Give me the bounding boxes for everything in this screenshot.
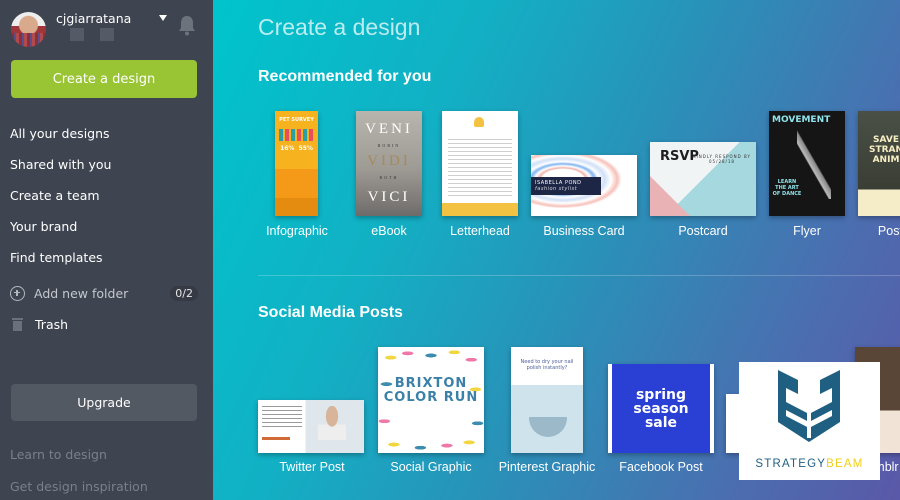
thumb-text: PET SURVEY <box>279 117 314 123</box>
section-title-recommended: Recommended for you <box>258 68 432 85</box>
trash-link[interactable]: Trash <box>10 314 68 334</box>
infographic-thumbnail: PET SURVEY 16% 55% <box>275 111 318 216</box>
thumb-text: SAVE STRAN ANIM <box>868 135 900 165</box>
strategybeam-watermark: STRATEGYBEAM <box>739 362 880 480</box>
template-label: Pinterest Graphic <box>498 460 596 474</box>
flyer-thumbnail: MOVEMENT LEARN THE ART OF DANCE <box>769 111 845 216</box>
caret-down-icon[interactable] <box>159 15 167 21</box>
postcard-thumbnail: RSVP KINDLY RESPOND BY 05/28/18 <box>650 142 756 216</box>
template-label: Flyer <box>793 224 821 238</box>
thumb-text: COLOR RUN <box>383 390 479 405</box>
facebook-post-thumbnail: spring season sale <box>608 364 714 453</box>
folder-count-badge: 0/2 <box>170 285 198 301</box>
bell-icon[interactable] <box>177 14 197 36</box>
thumb-graphic <box>262 406 302 430</box>
twitter-post-thumbnail <box>258 400 364 453</box>
template-label: Infographic <box>266 224 328 238</box>
thumb-text: VENI <box>365 121 413 137</box>
thumb-logo <box>474 117 484 127</box>
thumb-text: VICI <box>367 189 411 205</box>
thumb-text: BRIXTON <box>394 376 468 391</box>
watermark-text-part2: BEAM <box>826 458 864 470</box>
template-label: Social Graphic <box>390 460 472 474</box>
thumb-text: 16% <box>280 145 295 152</box>
social-graphic-thumbnail: BRIXTON COLOR RUN <box>378 347 484 453</box>
sidebar-item-create-team[interactable]: Create a team <box>10 180 111 211</box>
thumb-graphic <box>318 406 346 440</box>
page-title: Create a design <box>258 14 421 40</box>
plus-circle-icon <box>10 285 25 301</box>
thumb-graphic <box>262 437 290 440</box>
create-design-button[interactable]: Create a design <box>11 60 197 98</box>
template-label: Letterhead <box>450 224 510 238</box>
thumb-graphic <box>442 203 518 216</box>
watermark-text-part1: STRATEGY <box>755 458 827 470</box>
learn-to-design-link[interactable]: Learn to design <box>10 447 107 462</box>
trash-label: Trash <box>35 316 69 332</box>
thumb-text: season <box>633 401 689 417</box>
thumb-text: ROTH <box>379 175 399 180</box>
thumb-text: MOVEMENT <box>772 115 831 125</box>
user-placeholder-block <box>70 28 84 41</box>
section-title-social: Social Media Posts <box>258 304 403 321</box>
design-inspiration-link[interactable]: Get design inspiration <box>10 479 148 494</box>
trash-icon <box>12 317 23 331</box>
sidebar: cjgiarratana Create a design All your de… <box>0 0 213 500</box>
business-card-thumbnail: ISABELLA POND fashion stylist <box>531 155 637 216</box>
add-folder-button[interactable]: Add new folder 0/2 <box>10 283 198 303</box>
thumb-text: Need to dry your nail polish instantly? <box>520 359 574 371</box>
upgrade-button[interactable]: Upgrade <box>11 384 197 421</box>
thumb-text: LEARN THE ART OF DANCE <box>772 179 802 197</box>
template-label: Poster <box>877 224 900 238</box>
sidebar-item-shared[interactable]: Shared with you <box>10 149 111 180</box>
thumb-text: 55% <box>298 145 313 152</box>
template-label: eBook <box>371 224 407 238</box>
username[interactable]: cjgiarratana <box>56 11 131 26</box>
thumb-text: fashion stylist <box>535 186 578 192</box>
sidebar-item-your-brand[interactable]: Your brand <box>10 211 111 242</box>
thumb-heading: spring season sale <box>612 388 710 430</box>
watermark-text: STRATEGYBEAM <box>739 458 880 470</box>
template-label: Postcard <box>678 224 728 238</box>
ebook-thumbnail: VENI ROBIN VIDI ROTH VICI <box>356 111 422 216</box>
thumb-graphic <box>529 417 567 437</box>
strategybeam-logo-icon <box>778 370 840 442</box>
thumb-text: RSVP <box>660 149 699 164</box>
thumb-graphic <box>275 198 318 216</box>
template-label: Business Card <box>543 224 625 238</box>
sidebar-nav: All your designs Shared with you Create … <box>10 118 111 273</box>
thumb-graphic <box>448 139 512 197</box>
thumb-stats: 16% 55% <box>278 145 315 152</box>
thumb-text: ROBIN <box>377 143 401 148</box>
poster-thumbnail: SAVE STRAN ANIM <box>858 111 900 216</box>
template-label: Facebook Post <box>619 460 703 474</box>
thumb-heading: BRIXTON COLOR RUN <box>378 377 484 405</box>
user-avatar[interactable] <box>11 12 46 47</box>
thumb-text: VIDI <box>367 153 411 169</box>
thumb-text: spring <box>635 387 687 403</box>
thumb-nameplate: ISABELLA POND fashion stylist <box>531 177 601 195</box>
thumb-graphic <box>279 129 314 141</box>
thumb-graphic <box>797 129 831 199</box>
user-placeholder-block <box>100 28 114 41</box>
template-label: Twitter Post <box>279 460 345 474</box>
add-folder-label: Add new folder <box>34 285 129 301</box>
section-divider <box>258 275 900 276</box>
thumb-text: KINDLY RESPOND BY 05/28/18 <box>692 154 751 164</box>
sidebar-item-all-designs[interactable]: All your designs <box>10 118 111 149</box>
letterhead-thumbnail <box>442 111 518 216</box>
sidebar-item-find-templates[interactable]: Find templates <box>10 242 111 273</box>
thumb-text: sale <box>644 415 678 431</box>
pinterest-graphic-thumbnail: Need to dry your nail polish instantly? <box>511 347 583 453</box>
